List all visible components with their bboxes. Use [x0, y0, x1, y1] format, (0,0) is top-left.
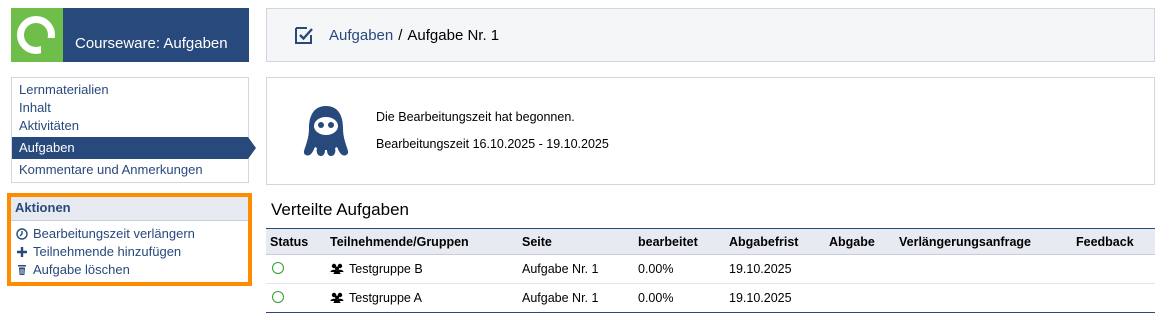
- feedback-cell: [1072, 283, 1155, 313]
- submission-cell: [825, 283, 895, 313]
- add-participants-action[interactable]: Teilnehmende hinzufügen: [11, 243, 248, 261]
- col-status: Status: [270, 234, 309, 249]
- breadcrumb-current: Aufgabe Nr. 1: [407, 26, 500, 44]
- col-edited: bearbeitet: [638, 234, 698, 249]
- table-row[interactable]: Testgruppe B Aufgabe Nr. 1 0.00% 19.10.2…: [266, 254, 1155, 284]
- col-participants: Teilnehmende/Gruppen: [330, 234, 469, 249]
- group-icon: [330, 263, 344, 277]
- sidebar: Courseware: Aufgaben Lernmaterialien Inh…: [0, 0, 260, 326]
- info-period-text: Bearbeitungszeit 16.10.2025 - 19.10.2025: [376, 137, 609, 151]
- status-cell: [266, 283, 326, 313]
- col-submission: Abgabe: [829, 234, 875, 249]
- info-box: Die Bearbeitungszeit hat begonnen. Bearb…: [266, 77, 1155, 185]
- sidebar-item-aktivitaeten[interactable]: Aktivitäten: [12, 117, 248, 135]
- group-name[interactable]: Testgruppe A: [349, 291, 422, 305]
- brand-header: Courseware: Aufgaben: [11, 8, 249, 62]
- col-extension-request: Verlängerungsanfrage: [899, 234, 1031, 249]
- actions-title: Aktionen: [11, 197, 248, 221]
- group-cell: Testgruppe B: [326, 254, 518, 284]
- delete-task-label: Aufgabe löschen: [33, 262, 130, 277]
- actions-list: Bearbeitungszeit verlängern Teilnehmende…: [11, 221, 248, 279]
- extend-time-label: Bearbeitungszeit verlängern: [33, 226, 195, 241]
- sidebar-item-aufgaben[interactable]: Aufgaben: [12, 137, 256, 159]
- status-cell: [266, 254, 326, 284]
- progress-cell: 0.00%: [634, 254, 725, 284]
- progress-cell: 0.00%: [634, 283, 725, 313]
- group-name[interactable]: Testgruppe B: [349, 262, 423, 276]
- sidebar-item-lernmaterialien[interactable]: Lernmaterialien: [12, 81, 248, 99]
- actions-widget: Aktionen Bearbeitungszeit verlängern Tei…: [7, 193, 252, 286]
- courseware-logo-icon: [11, 8, 63, 62]
- deadline-cell: 19.10.2025: [725, 254, 825, 284]
- distributed-tasks-title: Verteilte Aufgaben: [271, 200, 410, 219]
- extension-cell: [895, 283, 1072, 313]
- clock-icon: [15, 228, 29, 240]
- sidebar-item-kommentare[interactable]: Kommentare und Anmerkungen: [12, 161, 248, 179]
- delete-task-action[interactable]: Aufgabe löschen: [11, 261, 248, 279]
- extension-cell: [895, 254, 1072, 284]
- brand-title: Courseware: Aufgaben: [75, 35, 228, 52]
- group-cell: Testgruppe A: [326, 283, 518, 313]
- breadcrumb-separator: /: [398, 26, 403, 44]
- task-checkbox-icon: [293, 24, 315, 46]
- col-deadline: Abgabefrist: [729, 234, 799, 249]
- add-participants-label: Teilnehmende hinzufügen: [33, 244, 182, 259]
- breadcrumb-aufgaben-link[interactable]: Aufgaben: [329, 27, 393, 44]
- tasks-table: Status Teilnehmende/Gruppen Seite bearbe…: [266, 228, 1155, 313]
- tasks-header-row: Status Teilnehmende/Gruppen Seite bearbe…: [266, 228, 1155, 255]
- trash-icon: [15, 264, 29, 276]
- table-row[interactable]: Testgruppe A Aufgabe Nr. 1 0.00% 19.10.2…: [266, 283, 1155, 313]
- status-circle-icon: [272, 290, 284, 303]
- page-header: Aufgaben / Aufgabe Nr. 1: [266, 8, 1155, 62]
- submission-cell: [825, 254, 895, 284]
- deadline-cell: 19.10.2025: [725, 283, 825, 313]
- page-cell: Aufgabe Nr. 1: [518, 254, 634, 284]
- sidebar-item-inhalt[interactable]: Inhalt: [12, 99, 248, 117]
- feedback-cell: [1072, 254, 1155, 284]
- group-icon: [330, 292, 344, 306]
- info-started-text: Die Bearbeitungszeit hat begonnen.: [376, 110, 575, 124]
- extend-time-action[interactable]: Bearbeitungszeit verlängern: [11, 225, 248, 243]
- col-feedback: Feedback: [1076, 234, 1134, 249]
- page-cell: Aufgabe Nr. 1: [518, 283, 634, 313]
- status-circle-icon: [272, 261, 284, 274]
- sidebar-nav: Lernmaterialien Inhalt Aktivitäten Aufga…: [11, 77, 256, 183]
- mascot-icon: [303, 104, 349, 158]
- col-page: Seite: [522, 234, 552, 249]
- plus-icon: [15, 246, 29, 258]
